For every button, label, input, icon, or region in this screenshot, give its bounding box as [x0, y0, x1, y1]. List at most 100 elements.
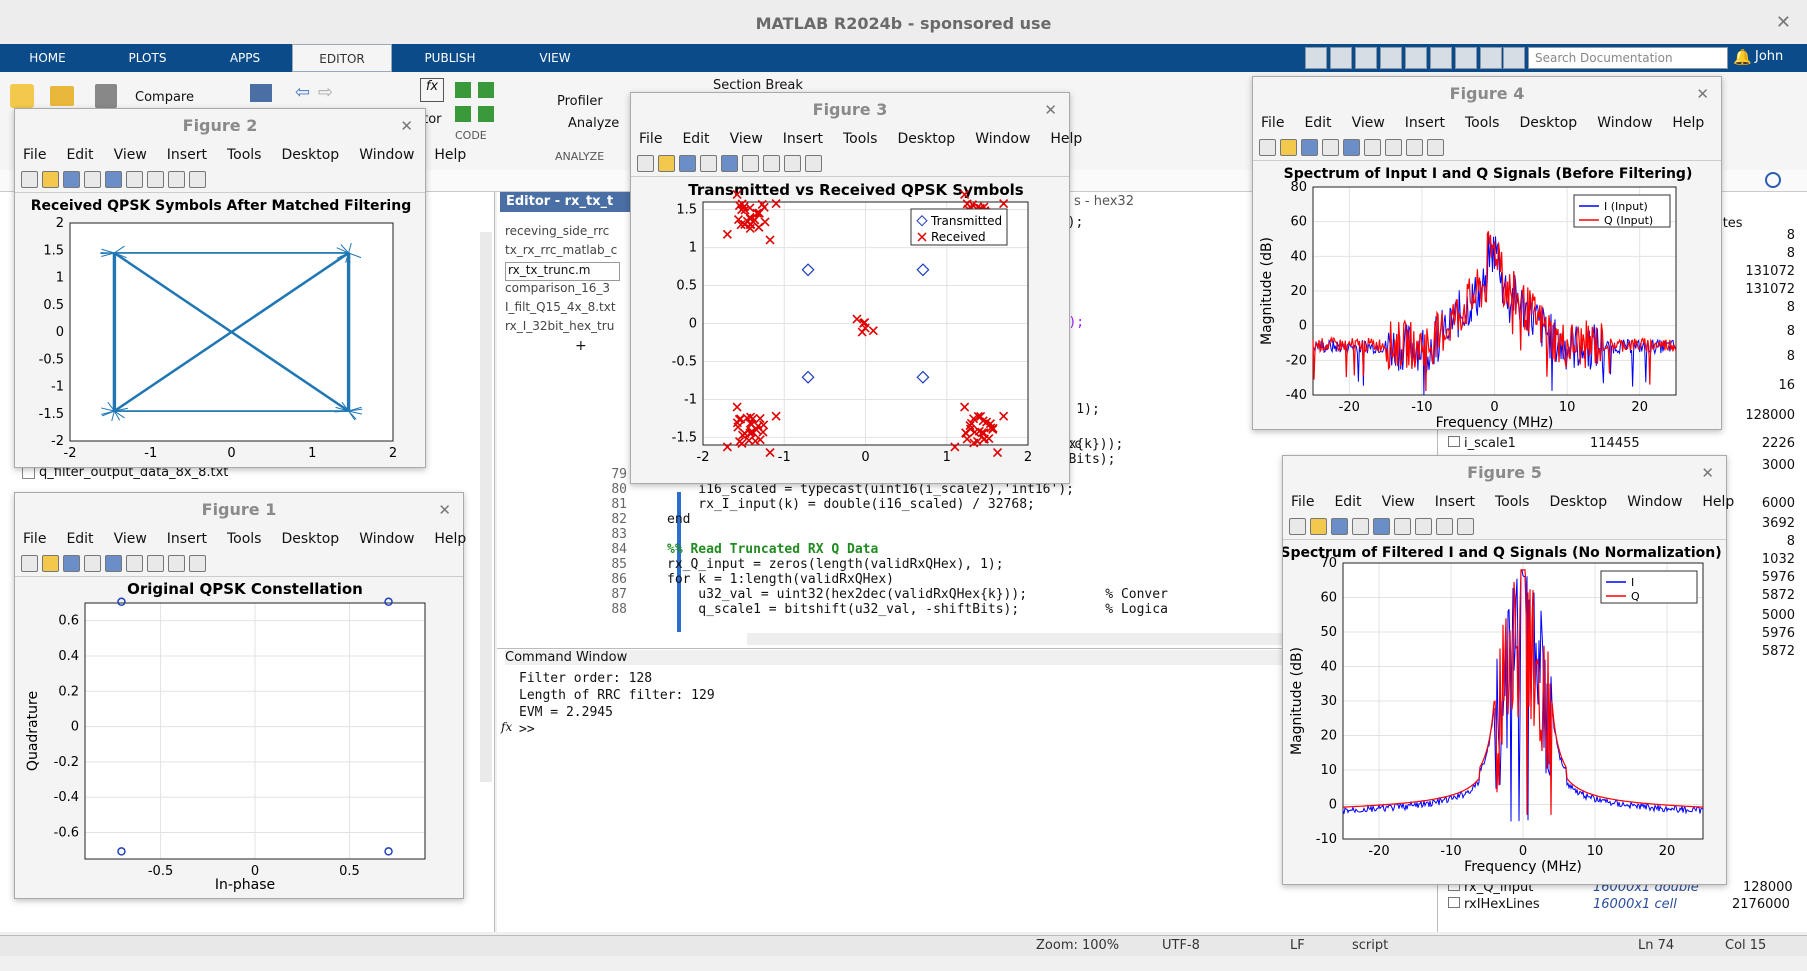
- pointer-icon[interactable]: [168, 555, 185, 572]
- command-prompt[interactable]: >>: [519, 722, 535, 737]
- menu-item[interactable]: Desktop: [1519, 111, 1577, 135]
- compare-button[interactable]: Compare: [135, 90, 194, 105]
- new-file-icon[interactable]: [10, 84, 34, 108]
- menu-item[interactable]: View: [1352, 111, 1385, 135]
- open-icon[interactable]: [42, 555, 59, 572]
- file-item[interactable]: tx_rx_rrc_matlab_c: [505, 243, 620, 262]
- menu-item[interactable]: Window: [975, 127, 1030, 151]
- open-icon[interactable]: [1280, 139, 1297, 156]
- pointer-icon[interactable]: [1436, 518, 1453, 535]
- fig3-window[interactable]: Figure 3 ✕ File Edit View Insert Tools Desktop W…: [630, 92, 1082, 484]
- legend[interactable]: Transmitted Received: [910, 208, 1008, 246]
- legend[interactable]: IQ: [1600, 570, 1698, 604]
- link-icon[interactable]: [105, 555, 122, 572]
- close-icon[interactable]: ✕: [438, 501, 451, 519]
- save-icon[interactable]: [1305, 47, 1327, 69]
- tab-home[interactable]: HOME: [0, 44, 95, 72]
- menu-item[interactable]: Tools: [843, 127, 878, 151]
- legend-icon[interactable]: [147, 555, 164, 572]
- menu-item[interactable]: Tools: [227, 527, 262, 551]
- cut-icon[interactable]: [1330, 47, 1352, 69]
- close-icon[interactable]: ✕: [1044, 101, 1057, 119]
- link-icon[interactable]: [105, 171, 122, 188]
- copy-icon[interactable]: [1355, 47, 1377, 69]
- link-icon[interactable]: [1343, 139, 1360, 156]
- print-icon[interactable]: [84, 555, 101, 572]
- link-icon[interactable]: [721, 155, 738, 172]
- menu-item[interactable]: Help: [434, 143, 466, 167]
- colorbar-icon[interactable]: [1364, 139, 1381, 156]
- menu-item[interactable]: Window: [1597, 111, 1652, 135]
- menu-item[interactable]: Desktop: [897, 127, 955, 151]
- menu-item[interactable]: Window: [1627, 490, 1682, 514]
- menu-item[interactable]: Help: [1702, 490, 1734, 514]
- pointer-icon[interactable]: [168, 171, 185, 188]
- tab-view[interactable]: VIEW: [510, 44, 600, 72]
- back-arrow-icon[interactable]: ⇦: [295, 82, 310, 103]
- outdent-icon[interactable]: [478, 106, 494, 122]
- percent-icon[interactable]: [478, 82, 494, 98]
- save-icon[interactable]: [63, 171, 80, 188]
- save-icon[interactable]: [679, 155, 696, 172]
- indent-icon[interactable]: [455, 106, 471, 122]
- open-icon[interactable]: [658, 155, 675, 172]
- settings-icon[interactable]: [1503, 47, 1525, 69]
- property-editor-icon[interactable]: [189, 555, 206, 572]
- menu-item[interactable]: Help: [434, 527, 466, 551]
- legend-icon[interactable]: [147, 171, 164, 188]
- legend[interactable]: I (Input)Q (Input): [1573, 194, 1671, 228]
- menu-item[interactable]: Edit: [66, 527, 93, 551]
- search-icon[interactable]: [1765, 172, 1781, 188]
- scrollbar[interactable]: [480, 232, 492, 782]
- property-editor-icon[interactable]: [189, 171, 206, 188]
- profiler-button[interactable]: Profiler: [557, 94, 603, 109]
- redo-icon[interactable]: [1430, 47, 1452, 69]
- menu-item[interactable]: File: [639, 127, 662, 151]
- menu-item[interactable]: Insert: [167, 143, 207, 167]
- menu-item[interactable]: File: [1261, 111, 1284, 135]
- tab-apps[interactable]: APPS: [200, 44, 290, 72]
- property-editor-icon[interactable]: [1427, 139, 1444, 156]
- file-item[interactable]: comparison_16_3: [505, 281, 620, 300]
- menu-item[interactable]: Insert: [1405, 111, 1445, 135]
- print-icon[interactable]: [1322, 139, 1339, 156]
- menu-item[interactable]: View: [114, 143, 147, 167]
- menu-item[interactable]: View: [1382, 490, 1415, 514]
- tab-plots[interactable]: PLOTS: [100, 44, 195, 72]
- fig1-window[interactable]: Figure 1 ✕ File Edit View Insert Tools Desktop W…: [14, 492, 466, 899]
- menu-item[interactable]: Tools: [1495, 490, 1530, 514]
- comment-icon[interactable]: [455, 82, 471, 98]
- menu-item[interactable]: Edit: [1304, 111, 1331, 135]
- colorbar-icon[interactable]: [126, 555, 143, 572]
- close-icon[interactable]: ✕: [400, 117, 413, 135]
- open-icon[interactable]: [42, 171, 59, 188]
- new-figure-icon[interactable]: [637, 155, 654, 172]
- close-icon[interactable]: ✕: [1696, 85, 1709, 103]
- menu-item[interactable]: File: [23, 527, 46, 551]
- function-browser-icon[interactable]: fx: [501, 720, 512, 734]
- pointer-icon[interactable]: [784, 155, 801, 172]
- menu-item[interactable]: View: [730, 127, 763, 151]
- menu-item[interactable]: Edit: [682, 127, 709, 151]
- go-to-icon[interactable]: [250, 84, 272, 102]
- menu-item[interactable]: File: [1291, 490, 1314, 514]
- paste-icon[interactable]: [1380, 47, 1402, 69]
- file-item-selected[interactable]: rx_tx_trunc.m: [505, 262, 620, 281]
- close-icon[interactable]: ✕: [1776, 12, 1791, 33]
- tab-editor[interactable]: EDITOR: [292, 44, 392, 72]
- fig4-window[interactable]: Figure 4 ✕ File Edit View Insert Tools Desktop W…: [1252, 76, 1722, 431]
- save-icon[interactable]: [1301, 139, 1318, 156]
- file-item[interactable]: receving_side_rrc: [505, 224, 620, 243]
- menu-item[interactable]: Desktop: [1549, 490, 1607, 514]
- pointer-icon[interactable]: [1406, 139, 1423, 156]
- legend-icon[interactable]: [1385, 139, 1402, 156]
- property-editor-icon[interactable]: [1457, 518, 1474, 535]
- menu-item[interactable]: Edit: [66, 143, 93, 167]
- fig5-window[interactable]: Figure 5 ✕ File Edit View Insert Tools Desktop W…: [1282, 455, 1734, 885]
- save-icon[interactable]: [1331, 518, 1348, 535]
- editor-tab[interactable]: Editor - rx_tx_t: [500, 192, 640, 212]
- workspace-row[interactable]: rxIHexLines 16000x1 cell 2176000: [1448, 897, 1803, 912]
- menu-item[interactable]: Desktop: [281, 143, 339, 167]
- open-icon[interactable]: [1310, 518, 1327, 535]
- menu-item[interactable]: Tools: [1465, 111, 1500, 135]
